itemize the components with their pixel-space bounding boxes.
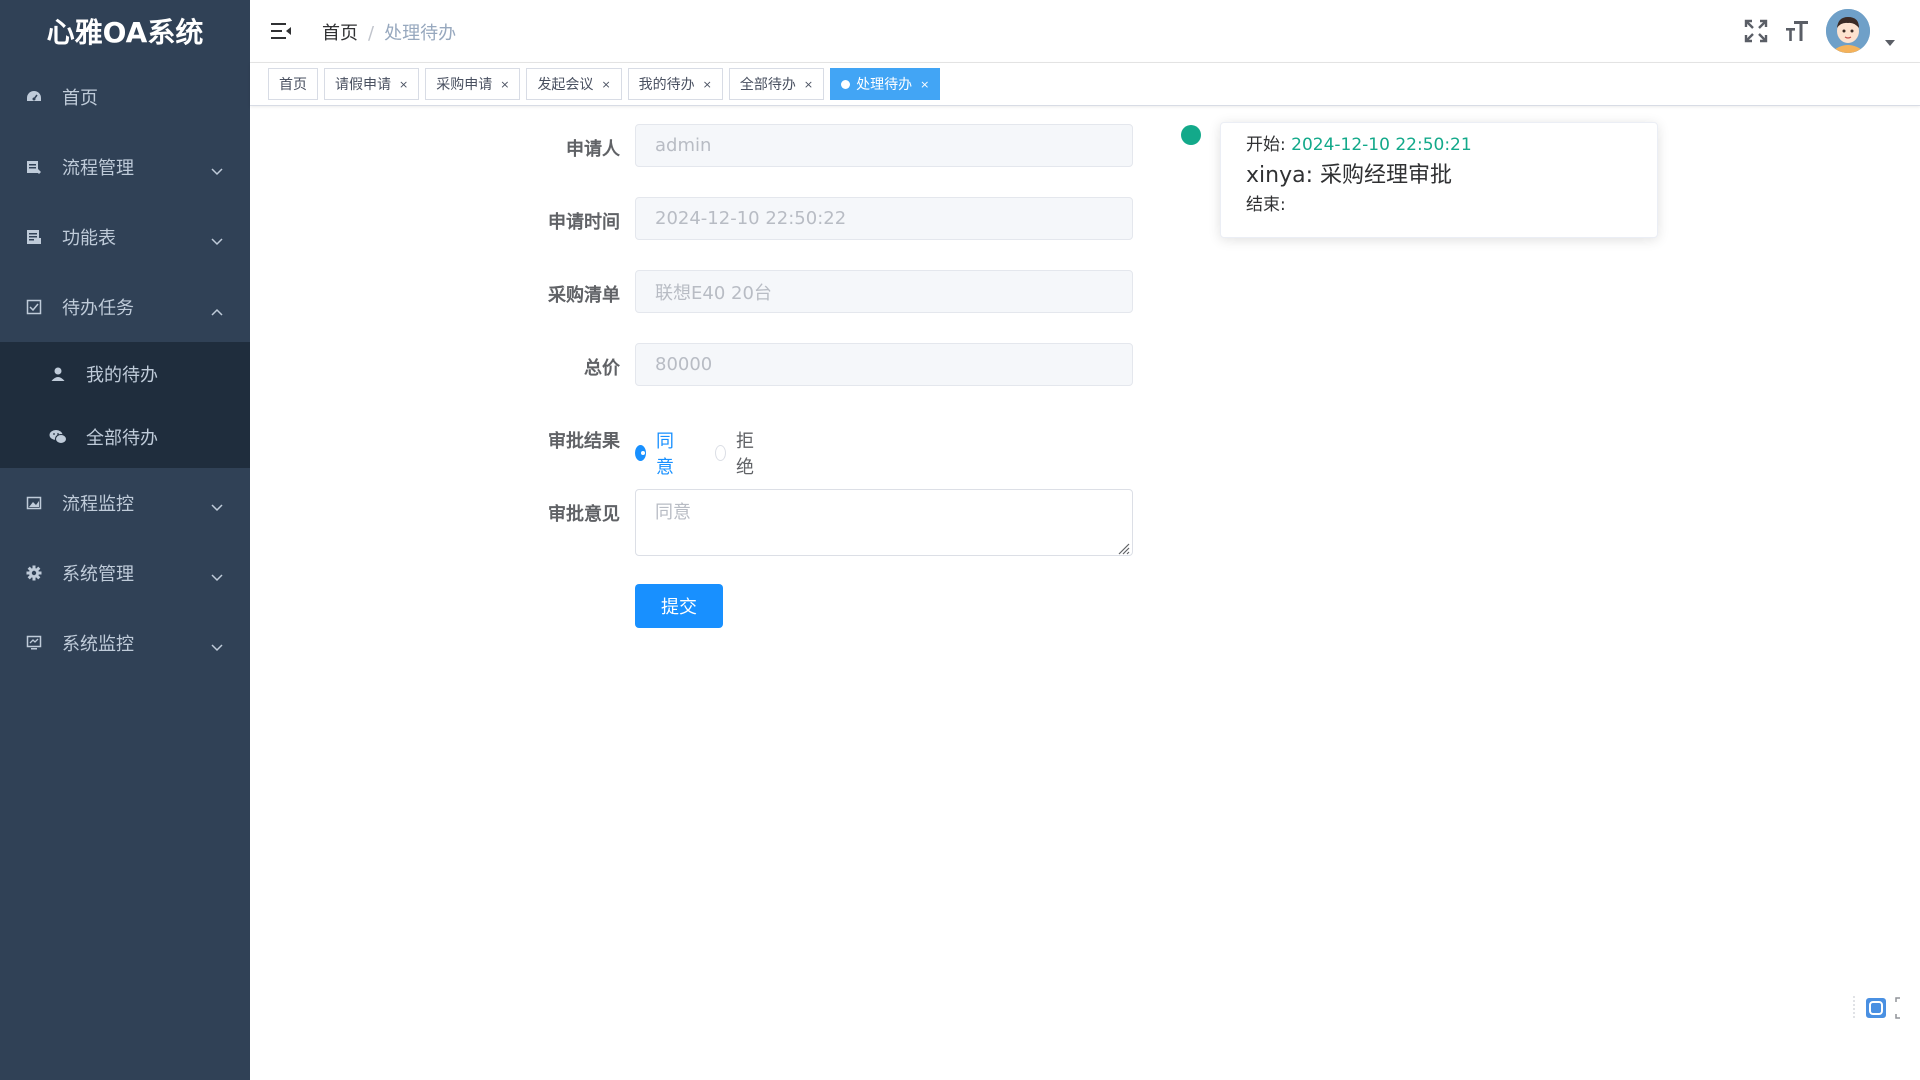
- sidebar-item-function-table[interactable]: 功能表: [0, 202, 250, 272]
- sidebar-item-todo-tasks[interactable]: 待办任务: [0, 272, 250, 342]
- close-icon[interactable]: ×: [920, 78, 929, 91]
- font-size-icon[interactable]: [1784, 18, 1810, 44]
- sidebar-item-label: 系统监控: [62, 634, 134, 655]
- avatar[interactable]: [1826, 9, 1870, 53]
- tag-leave-request[interactable]: 请假申请 ×: [324, 68, 420, 100]
- radio-label: 同意: [655, 431, 674, 478]
- active-dot-icon: [841, 79, 851, 89]
- approval-result-radio-group: 同意 拒绝: [635, 427, 795, 479]
- breadcrumb: 首页 / 处理待办: [322, 19, 456, 45]
- sidebar: 心雅OA系统 首页 流程管理 功能表 待办任务 我的待办 全部待办 流程监控 系…: [0, 0, 250, 1080]
- chevron-down-icon: [211, 230, 223, 251]
- purchase-list-label: 采购清单: [548, 285, 620, 306]
- tag-label: 我的待办: [638, 77, 695, 93]
- sidebar-item-system-monitor[interactable]: 系统监控: [0, 608, 250, 678]
- timeline-start-label: 开始:: [1246, 135, 1286, 155]
- radio-agree[interactable]: 同意: [635, 427, 679, 479]
- radio-reject[interactable]: 拒绝: [715, 427, 759, 479]
- close-icon[interactable]: ×: [703, 78, 712, 91]
- chevron-down-icon: [211, 566, 223, 587]
- breadcrumb-separator: /: [368, 23, 375, 44]
- total-price-label: 总价: [584, 358, 620, 379]
- timeline-end-label: 结束:: [1246, 195, 1286, 215]
- sidebar-item-label: 全部待办: [86, 427, 158, 449]
- fullscreen-icon[interactable]: [1743, 18, 1769, 44]
- tag-label: 处理待办: [856, 77, 913, 93]
- sidebar-item-label: 流程管理: [62, 158, 134, 179]
- process-icon: [25, 158, 43, 176]
- tag-label: 发起会议: [537, 77, 594, 93]
- timeline-start-time: 2024-12-10 22:50:21: [1291, 135, 1472, 155]
- close-icon[interactable]: ×: [804, 78, 813, 91]
- hamburger-icon[interactable]: [270, 20, 292, 42]
- purchase-list-field: 联想E40 20台: [635, 270, 1133, 313]
- monitor-image-icon: [25, 494, 43, 512]
- sidebar-item-home[interactable]: 首页: [0, 62, 250, 132]
- tag-label: 请假申请: [335, 77, 391, 93]
- resize-grip-icon[interactable]: [1116, 539, 1130, 555]
- dashboard-icon: [25, 88, 43, 106]
- tag-handle-todo[interactable]: 处理待办 ×: [830, 68, 941, 100]
- tag-purchase-request[interactable]: 采购申请 ×: [425, 68, 521, 100]
- tag-label: 全部待办: [739, 77, 796, 93]
- apply-time-field: 2024-12-10 22:50:22: [635, 197, 1133, 240]
- tag-all-todo[interactable]: 全部待办 ×: [728, 68, 825, 100]
- close-icon[interactable]: ×: [399, 78, 408, 91]
- close-icon[interactable]: ×: [601, 78, 610, 91]
- applicant-field: admin: [635, 124, 1133, 167]
- timeline-start: 开始: 2024-12-10 22:50:21: [1246, 133, 1632, 157]
- tag-home[interactable]: 首页: [268, 68, 318, 100]
- app-logo-title[interactable]: 心雅OA系统: [0, 0, 250, 62]
- timeline-title: xinya: 采购经理审批: [1246, 163, 1452, 188]
- sidebar-item-label: 功能表: [62, 228, 116, 249]
- submit-button[interactable]: 提交: [635, 584, 723, 628]
- sidebar-item-process-monitor[interactable]: 流程监控: [0, 468, 250, 538]
- radio-circle[interactable]: [715, 445, 726, 461]
- close-icon[interactable]: ×: [500, 78, 509, 91]
- radio-label: 拒绝: [735, 431, 754, 478]
- approval-opinion-value: 同意: [655, 502, 691, 523]
- chevron-down-icon: [211, 160, 223, 181]
- sidebar-item-all-todo[interactable]: 全部待办: [0, 405, 250, 468]
- sidebar-item-my-todo[interactable]: 我的待办: [0, 342, 250, 405]
- radio-circle[interactable]: [635, 445, 646, 461]
- todo-submenu: 我的待办 全部待办: [0, 342, 250, 468]
- top-navbar: 首页 / 处理待办: [250, 0, 1920, 63]
- sidebar-item-system-management[interactable]: 系统管理: [0, 538, 250, 608]
- chevron-down-icon: [211, 496, 223, 517]
- tag-my-todo[interactable]: 我的待办 ×: [627, 68, 723, 100]
- sidebar-item-label: 待办任务: [62, 298, 134, 319]
- wechat-icon: [49, 428, 67, 446]
- breadcrumb-current: 处理待办: [384, 23, 457, 44]
- tags-view: 首页 请假申请 × 采购申请 × 发起会议 × 我的待办 × 全部待办 × 处理…: [250, 63, 1920, 106]
- applicant-label: 申请人: [566, 139, 620, 160]
- chevron-down-icon: [211, 636, 223, 657]
- tag-label: 采购申请: [436, 77, 493, 93]
- sidebar-item-label: 首页: [62, 88, 98, 109]
- floating-tool-widget[interactable]: [1852, 994, 1912, 1022]
- tag-start-meeting[interactable]: 发起会议 ×: [526, 68, 622, 100]
- sidebar-item-label: 我的待办: [86, 364, 158, 386]
- apply-time-label: 申请时间: [548, 212, 620, 233]
- sidebar-item-label: 流程监控: [62, 494, 134, 515]
- total-price-field: 80000: [635, 343, 1133, 386]
- sidebar-item-label: 系统管理: [62, 564, 134, 585]
- approval-result-label: 审批结果: [548, 431, 620, 452]
- caret-down-icon[interactable]: [1885, 40, 1895, 46]
- gear-icon: [25, 564, 43, 582]
- approval-opinion-label: 审批意见: [548, 504, 620, 525]
- breadcrumb-home[interactable]: 首页: [322, 23, 358, 44]
- tag-label: 首页: [279, 77, 307, 93]
- timeline-card: 开始: 2024-12-10 22:50:21 xinya: 采购经理审批 结束…: [1220, 122, 1658, 238]
- approval-opinion-textarea[interactable]: 同意: [635, 489, 1133, 556]
- timeline-dot: [1181, 125, 1201, 145]
- sidebar-item-process-management[interactable]: 流程管理: [0, 132, 250, 202]
- checkbox-icon: [25, 298, 43, 316]
- form-icon: [25, 228, 43, 246]
- screen-monitor-icon: [25, 634, 43, 652]
- user-icon: [49, 365, 67, 383]
- chevron-up-icon: [211, 300, 223, 321]
